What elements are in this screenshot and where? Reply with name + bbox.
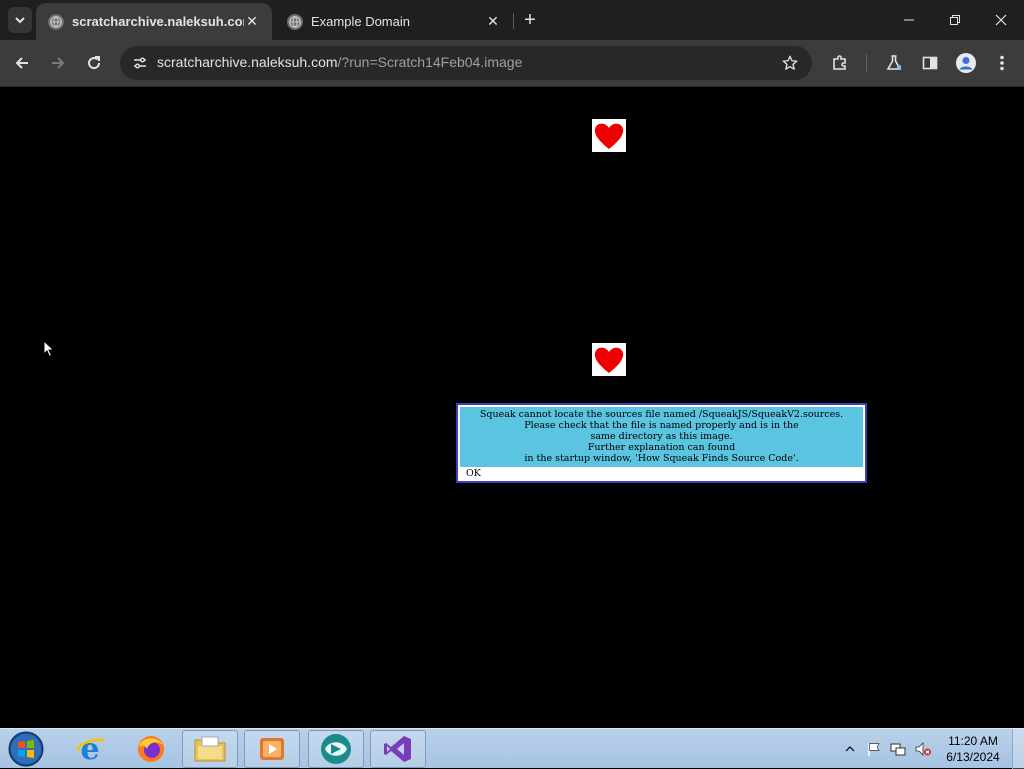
sources-missing-dialog: Squeak cannot locate the sources file na… (456, 403, 867, 483)
tab-example-domain[interactable]: Example Domain ✕ (275, 3, 513, 40)
close-tab-icon[interactable]: ✕ (485, 13, 501, 30)
puzzle-icon (833, 55, 846, 70)
globe-icon (287, 13, 303, 30)
taskbar-visual-studio[interactable] (370, 730, 426, 768)
system-clock[interactable]: 11:20 AM 6/13/2024 (940, 733, 1006, 765)
volume-muted-icon[interactable] (914, 741, 932, 757)
extensions-button[interactable] (826, 49, 854, 77)
arrow-left-icon (15, 57, 28, 69)
reload-button[interactable] (80, 49, 108, 77)
kebab-menu-icon (1000, 55, 1004, 71)
taskbar-media-player[interactable] (244, 730, 300, 768)
browser-chrome: scratcharchive.naleksuh.com/?r ✕ Example… (0, 0, 1024, 87)
system-tray (844, 729, 932, 769)
arrow-right-icon (52, 57, 65, 69)
tab-scratcharchive[interactable]: scratcharchive.naleksuh.com/?r ✕ (36, 3, 272, 40)
globe-icon (48, 13, 64, 30)
taskbar-vpn-app[interactable] (308, 730, 364, 768)
labs-button[interactable] (880, 49, 908, 77)
tab-title: scratcharchive.naleksuh.com/?r (72, 14, 244, 29)
minimize-icon (904, 19, 914, 21)
heart-sprite[interactable] (592, 119, 626, 152)
new-tab-button[interactable]: + (518, 8, 542, 32)
restore-button[interactable] (932, 0, 978, 40)
taskbar: e 11:20 AM 6/13/2024 (0, 728, 1024, 769)
dialog-line: Squeak cannot locate the sources file na… (479, 409, 844, 420)
ok-button[interactable]: OK (460, 467, 863, 480)
menu-button[interactable] (988, 49, 1016, 77)
dialog-line: same directory as this image. (590, 431, 733, 442)
taskbar-internet-explorer[interactable]: e (62, 730, 118, 768)
internet-explorer-icon: e (76, 733, 105, 765)
tab-search-button[interactable] (8, 7, 32, 33)
visual-studio-icon (384, 736, 411, 762)
clock-time: 11:20 AM (948, 734, 998, 748)
forward-button[interactable] (44, 49, 72, 77)
start-button[interactable] (6, 730, 46, 768)
browser-toolbar: scratcharchive.naleksuh.com/?run=Scratch… (0, 40, 1024, 87)
address-bar[interactable]: scratcharchive.naleksuh.com/?run=Scratch… (120, 46, 812, 80)
minimize-button[interactable] (886, 0, 932, 40)
network-icon[interactable] (890, 741, 906, 757)
globe-arrow-icon (321, 734, 351, 764)
back-button[interactable] (8, 49, 36, 77)
media-player-icon (260, 738, 284, 760)
dialog-line: in the startup window, 'How Squeak Finds… (524, 453, 799, 464)
show-desktop-button[interactable] (1012, 729, 1024, 769)
taskbar-firefox[interactable] (123, 730, 179, 768)
tab-title: Example Domain (311, 14, 410, 29)
windows-orb-icon (8, 731, 44, 767)
action-center-flag-icon[interactable] (866, 741, 882, 757)
close-icon (995, 14, 1007, 26)
side-panel-button[interactable] (916, 49, 944, 77)
site-info-icon[interactable] (128, 51, 152, 75)
close-tab-icon[interactable]: ✕ (244, 13, 260, 30)
mouse-cursor-icon (43, 340, 55, 358)
heart-sprite[interactable] (592, 343, 626, 376)
bookmark-star-icon[interactable] (778, 51, 802, 75)
tab-strip: scratcharchive.naleksuh.com/?r ✕ Example… (0, 0, 1024, 40)
clock-date: 6/13/2024 (946, 750, 1000, 764)
url-text[interactable]: scratcharchive.naleksuh.com/?run=Scratch… (157, 54, 522, 70)
profile-button[interactable] (952, 49, 980, 77)
heart-icon (594, 347, 624, 373)
show-hidden-icons-icon[interactable] (844, 743, 856, 755)
url-host: scratcharchive.naleksuh.com (157, 54, 338, 70)
side-panel-icon (922, 56, 938, 70)
close-window-button[interactable] (978, 0, 1024, 40)
avatar-icon (956, 53, 976, 73)
heart-icon (594, 123, 624, 149)
folder-icon (194, 736, 226, 762)
restore-icon (950, 15, 960, 25)
url-path: /?run=Scratch14Feb04.image (337, 54, 523, 70)
dialog-message: Squeak cannot locate the sources file na… (460, 407, 863, 467)
flask-icon (886, 55, 902, 70)
reload-icon (88, 56, 101, 70)
dialog-line: Please check that the file is named prop… (524, 420, 799, 431)
chevron-down-icon (15, 17, 25, 24)
taskbar-file-explorer[interactable] (182, 730, 238, 768)
svg-text:e: e (80, 733, 99, 765)
dialog-line: Further explanation can found (587, 442, 736, 453)
toolbar-divider (866, 54, 867, 72)
firefox-icon (138, 736, 164, 762)
tab-divider (513, 13, 514, 29)
